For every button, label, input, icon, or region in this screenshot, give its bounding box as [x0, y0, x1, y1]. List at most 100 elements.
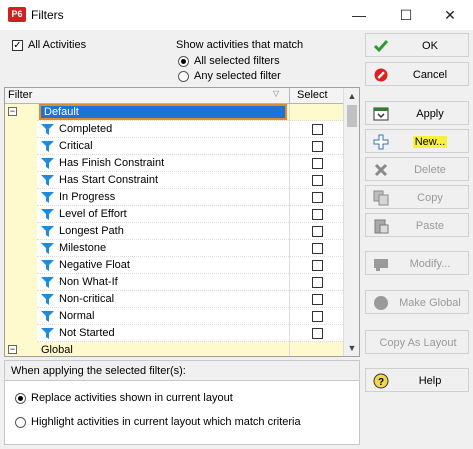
column-header-select[interactable]: Select	[297, 89, 328, 101]
maximize-button[interactable]: ☐	[383, 0, 429, 30]
scroll-thumb[interactable]	[347, 105, 357, 127]
match-all-radio[interactable]	[178, 56, 189, 67]
filter-funnel-icon	[41, 260, 54, 271]
filter-row[interactable]: Not Started	[5, 325, 343, 342]
filter-funnel-icon	[41, 192, 54, 203]
cancel-icon	[374, 68, 388, 82]
plus-icon	[373, 134, 389, 150]
replace-radio[interactable]	[15, 393, 26, 404]
filter-name: Non What-If	[59, 276, 118, 288]
match-any-label: Any selected filter	[194, 70, 281, 82]
filter-select-checkbox[interactable]	[312, 175, 323, 186]
filter-name: Negative Float	[59, 259, 130, 271]
filter-row[interactable]: Has Start Constraint	[5, 172, 343, 189]
filter-name: In Progress	[59, 191, 116, 203]
match-heading: Show activities that match	[176, 39, 304, 51]
scroll-up-icon[interactable]: ▲	[344, 88, 359, 104]
copy-as-layout-button[interactable]: Copy As Layout	[365, 330, 469, 354]
collapse-icon[interactable]: −	[8, 107, 17, 116]
filter-funnel-icon	[41, 277, 54, 288]
group-row-default[interactable]: − Default	[5, 104, 343, 121]
filter-row[interactable]: Negative Float	[5, 257, 343, 274]
svg-text:?: ?	[378, 377, 384, 388]
filter-row[interactable]: Non-critical	[5, 291, 343, 308]
delete-button[interactable]: Delete	[365, 157, 469, 181]
filter-row[interactable]: Critical	[5, 138, 343, 155]
new-button[interactable]: New...	[365, 129, 469, 153]
help-icon: ?	[373, 373, 389, 389]
match-options-panel: ✓ All Activities Show activities that ma…	[4, 34, 358, 88]
match-any-radio[interactable]	[178, 71, 189, 82]
grid-header: Filter ▽ Select	[5, 88, 343, 104]
checkmark-icon	[373, 40, 389, 53]
filter-select-checkbox[interactable]	[312, 328, 323, 339]
modify-button[interactable]: Modify...	[365, 251, 469, 275]
replace-label: Replace activities shown in current layo…	[31, 392, 233, 404]
paste-button[interactable]: Paste	[365, 213, 469, 237]
filter-select-checkbox[interactable]	[312, 209, 323, 220]
make-global-button[interactable]: Make Global	[365, 290, 469, 314]
cancel-button[interactable]: Cancel	[365, 62, 469, 86]
all-activities-label: All Activities	[28, 39, 87, 51]
filter-select-checkbox[interactable]	[312, 243, 323, 254]
filter-row[interactable]: In Progress	[5, 189, 343, 206]
vertical-scrollbar[interactable]: ▲ ▼	[343, 88, 359, 356]
sort-icon[interactable]: ▽	[273, 89, 279, 98]
modify-icon	[374, 259, 388, 271]
filter-funnel-icon	[41, 243, 54, 254]
filter-row[interactable]: Normal	[5, 308, 343, 325]
all-activities-checkbox[interactable]: ✓	[12, 40, 23, 51]
window-title: Filters	[31, 8, 64, 22]
filter-select-checkbox[interactable]	[312, 192, 323, 203]
filter-row[interactable]: Completed	[5, 121, 343, 138]
filter-row[interactable]: Has Finish Constraint	[5, 155, 343, 172]
filter-funnel-icon	[41, 226, 54, 237]
filter-select-checkbox[interactable]	[312, 277, 323, 288]
apply-heading: When applying the selected filter(s):	[5, 361, 359, 381]
column-header-filter[interactable]: Filter	[8, 89, 32, 101]
filter-name: Non-critical	[59, 293, 115, 305]
close-button[interactable]: ✕	[427, 0, 473, 30]
filter-select-checkbox[interactable]	[312, 226, 323, 237]
filter-row[interactable]: Non What-If	[5, 274, 343, 291]
filter-funnel-icon	[41, 294, 54, 305]
filter-name: Critical	[59, 140, 93, 152]
filter-name: Completed	[59, 123, 113, 135]
filter-funnel-icon	[41, 328, 54, 339]
filter-row[interactable]: Longest Path	[5, 223, 343, 240]
collapse-icon[interactable]: −	[8, 345, 17, 354]
filter-select-checkbox[interactable]	[312, 141, 323, 152]
filter-funnel-icon	[41, 209, 54, 220]
filter-row[interactable]: Level of Effort	[5, 206, 343, 223]
filter-select-checkbox[interactable]	[312, 311, 323, 322]
apply-options-panel: When applying the selected filter(s): Re…	[4, 360, 360, 445]
minimize-button[interactable]: —	[336, 0, 382, 30]
filter-funnel-icon	[41, 311, 54, 322]
filter-funnel-icon	[41, 175, 54, 186]
help-button[interactable]: ? Help	[365, 368, 469, 392]
copy-icon	[373, 190, 389, 206]
filter-funnel-icon	[41, 141, 54, 152]
column-divider	[289, 88, 290, 104]
scroll-down-icon[interactable]: ▼	[344, 340, 359, 356]
apply-icon	[373, 107, 389, 121]
copy-button[interactable]: Copy	[365, 185, 469, 209]
filter-row[interactable]: Milestone	[5, 240, 343, 257]
apply-button[interactable]: Apply	[365, 101, 469, 125]
title-bar: P6 Filters — ☐ ✕	[0, 0, 473, 30]
delete-icon	[374, 163, 388, 177]
filter-funnel-icon	[41, 124, 54, 135]
paste-icon	[374, 219, 389, 234]
group-name-default[interactable]: Default	[39, 104, 287, 120]
filter-name: Has Finish Constraint	[59, 157, 165, 169]
globe-icon	[374, 296, 388, 310]
filter-select-checkbox[interactable]	[312, 158, 323, 169]
filter-select-checkbox[interactable]	[312, 260, 323, 271]
match-all-label: All selected filters	[194, 55, 280, 67]
filter-name: Milestone	[59, 242, 107, 254]
group-row-global[interactable]: − Global	[5, 342, 343, 356]
filter-select-checkbox[interactable]	[312, 124, 323, 135]
highlight-radio[interactable]	[15, 417, 26, 428]
filter-select-checkbox[interactable]	[312, 294, 323, 305]
ok-button[interactable]: OK	[365, 33, 469, 57]
